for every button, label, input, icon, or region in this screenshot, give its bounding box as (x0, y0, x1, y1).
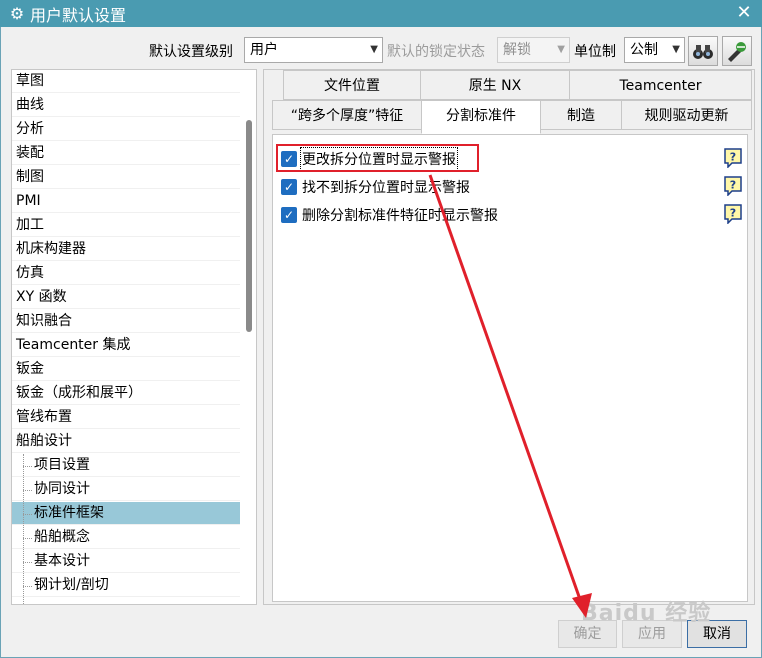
tree-child-item[interactable]: 船舶概念 (12, 526, 240, 549)
chevron-down-icon: ▼ (557, 44, 565, 55)
tab-cross-thickness[interactable]: “跨多个厚度”特征 (272, 100, 422, 130)
tree-child-item[interactable]: 协同设计 (12, 478, 240, 501)
tree-child-item[interactable]: 项目设置 (12, 454, 240, 477)
tree-item[interactable]: 分析 (12, 118, 240, 141)
tree-child-item[interactable]: 基本设计 (12, 550, 240, 573)
watermark: Baidu 经验 (581, 601, 712, 626)
tree-connector (23, 466, 32, 467)
level-select-value: 用户 (250, 42, 278, 58)
tree-item[interactable]: 管线布置 (12, 406, 240, 429)
tree-item[interactable]: PMI (12, 190, 240, 213)
tree-item[interactable]: 加工 (12, 214, 240, 237)
tree-connector (23, 490, 32, 491)
unit-label: 单位制 (574, 44, 616, 60)
level-label: 默认设置级别 (149, 44, 233, 60)
svg-text:?: ? (730, 151, 736, 164)
tree-item[interactable]: Teamcenter 集成 (12, 334, 240, 357)
help-icon[interactable]: ? (724, 148, 742, 168)
svg-text:?: ? (730, 179, 736, 192)
checkbox-checked-icon[interactable]: ✓ (281, 207, 297, 223)
tree-connector (23, 586, 32, 587)
option-label: 删除分割标准件特征时显示警报 (302, 208, 498, 224)
tree-item[interactable]: XY 函数 (12, 286, 240, 309)
toolbar: 默认设置级别 用户 ▼ 默认的锁定状态 解锁 ▼ 单位制 公制 ▼ (1, 34, 761, 66)
annotation-highlight-box (276, 144, 479, 172)
tree-connector (23, 514, 32, 515)
tree-item[interactable]: 制图 (12, 166, 240, 189)
unit-select-value: 公制 (630, 42, 658, 58)
help-icon[interactable]: ? (724, 176, 742, 196)
tree-child-item[interactable]: 钢计划/剖切 (12, 574, 240, 597)
chevron-down-icon: ▼ (672, 44, 680, 55)
category-tree[interactable]: 草图 曲线 分析 装配 制图 PMI 加工 机床构建器 仿真 XY 函数 知识融合 Teamcente… (11, 69, 257, 605)
tree-scrollbar-thumb[interactable] (246, 120, 252, 332)
tree-item[interactable]: 装配 (12, 142, 240, 165)
unit-select[interactable]: 公制 ▼ (624, 37, 685, 63)
manage-button[interactable] (722, 36, 752, 66)
tree-item[interactable]: 仿真 (12, 262, 240, 285)
lock-label: 默认的锁定状态 (387, 44, 485, 60)
search-binoculars-button[interactable] (688, 36, 718, 66)
tab-content: ✓ 更改拆分位置时显示警报 ✓ 找不到拆分位置时显示警报 ✓ 删除分割标准件特征… (272, 134, 748, 602)
lock-select[interactable]: 解锁 ▼ (497, 37, 570, 63)
title-bar: ⚙ 用户默认设置 ✕ (0, 0, 762, 27)
tree-connector (23, 562, 32, 563)
tree-connector (23, 454, 24, 604)
tree-item[interactable]: 曲线 (12, 94, 240, 117)
level-select[interactable]: 用户 ▼ (244, 37, 383, 63)
tab-split-standard-part[interactable]: 分割标准件 (421, 100, 541, 134)
tree-item[interactable]: 草图 (12, 70, 240, 93)
tree-item-selected[interactable]: 标准件框架 (12, 502, 240, 525)
binoculars-icon (693, 45, 713, 59)
help-icon[interactable]: ? (724, 204, 742, 224)
window-title: 用户默认设置 (30, 5, 127, 25)
dialog-body: 默认设置级别 用户 ▼ 默认的锁定状态 解锁 ▼ 单位制 公制 ▼ 草图 曲线 … (0, 27, 762, 658)
checkbox-checked-icon[interactable]: ✓ (281, 179, 297, 195)
chevron-down-icon: ▼ (370, 44, 378, 55)
tab-rule-driven-update[interactable]: 规则驱动更新 (621, 100, 752, 130)
tree-item[interactable]: 知识融合 (12, 310, 240, 333)
tree-item[interactable]: 钣金（成形和展平） (12, 382, 240, 405)
tree-item[interactable]: 机床构建器 (12, 238, 240, 261)
tab-teamcenter[interactable]: Teamcenter (569, 70, 752, 100)
tree-item[interactable]: 钣金 (12, 358, 240, 381)
tab-native-nx[interactable]: 原生 NX (420, 70, 570, 100)
svg-text:?: ? (730, 207, 736, 220)
option-delete-feature-alert[interactable]: ✓ 删除分割标准件特征时显示警报 (281, 204, 498, 226)
option-split-not-found-alert[interactable]: ✓ 找不到拆分位置时显示警报 (281, 176, 470, 198)
manage-icon (728, 42, 746, 62)
tree-connector (23, 538, 32, 539)
tree-item[interactable]: 船舶设计 (12, 430, 240, 453)
close-icon[interactable]: ✕ (734, 2, 754, 23)
settings-panel: 文件位置 原生 NX Teamcenter “跨多个厚度”特征 分割标准件 制造… (263, 69, 755, 605)
tab-manufacturing[interactable]: 制造 (540, 100, 622, 130)
tab-file-location[interactable]: 文件位置 (283, 70, 421, 100)
lock-select-value: 解锁 (503, 42, 531, 58)
gear-icon: ⚙ (9, 4, 25, 23)
option-label: 找不到拆分位置时显示警报 (302, 180, 470, 196)
